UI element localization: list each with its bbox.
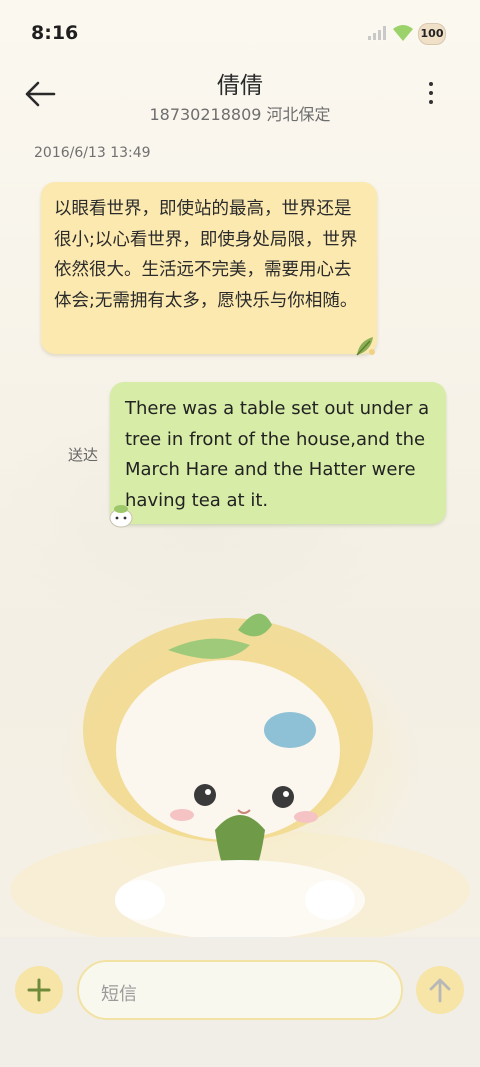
- status-time: 8:16: [31, 22, 79, 44]
- message-input[interactable]: 短信: [77, 960, 403, 1020]
- incoming-message-bubble[interactable]: 以眼看世界，即使站的最高，世界还是很小;以心看世界，即使身处局限，世界依然很大。…: [41, 182, 377, 354]
- add-attachment-button[interactable]: [15, 966, 63, 1014]
- message-timestamp: 2016/6/13 13:49: [34, 145, 151, 161]
- more-vertical-icon[interactable]: [421, 80, 441, 108]
- plus-icon: [27, 978, 51, 1002]
- outgoing-message-bubble[interactable]: There was a table set out under a tree i…: [110, 382, 446, 524]
- delivery-status: 送达: [68, 446, 99, 464]
- outgoing-message-text: There was a table set out under a tree i…: [125, 398, 430, 511]
- cat-sticker-icon: [109, 505, 133, 528]
- message-input-placeholder: 短信: [101, 984, 137, 1005]
- arrow-up-icon: [429, 978, 451, 1003]
- leaf-sticker-icon: [356, 337, 375, 356]
- contact-name: 倩倩: [217, 73, 263, 99]
- cat-mascot-illustration: [10, 613, 470, 940]
- battery-icon: 100: [418, 23, 446, 45]
- contact-detail: 18730218809 河北保定: [149, 105, 331, 124]
- signal-icon: [368, 26, 386, 40]
- incoming-message-text: 以眼看世界，即使站的最高，世界还是很小;以心看世界，即使身处局限，世界依然很大。…: [54, 199, 358, 311]
- wifi-icon: [393, 25, 413, 41]
- send-button[interactable]: [416, 966, 464, 1014]
- status-bar: 8:16 100: [0, 0, 480, 66]
